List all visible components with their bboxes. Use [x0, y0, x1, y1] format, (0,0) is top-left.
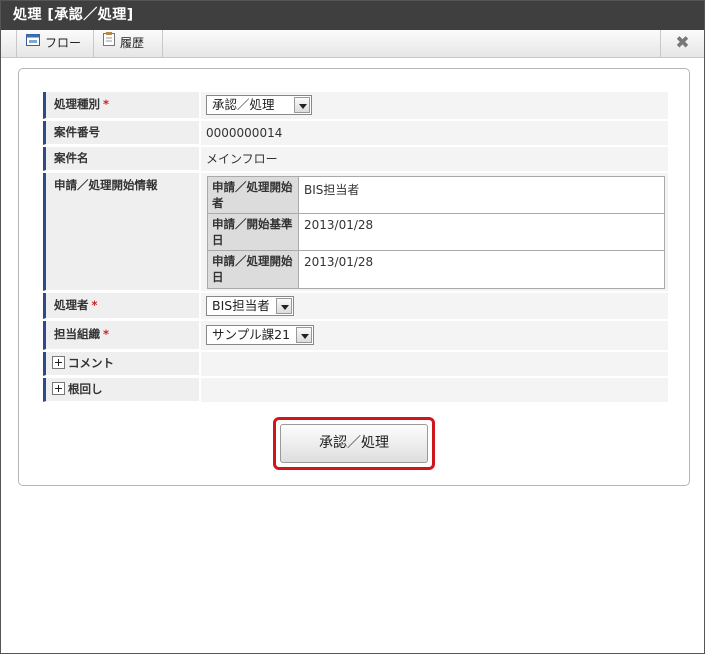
approve-process-button[interactable]: 承認／処理: [280, 424, 428, 463]
processor-label: 処理者 *: [43, 293, 199, 319]
chevron-down-icon[interactable]: [296, 327, 312, 343]
case-name-row: 案件名 メインフロー: [43, 147, 668, 171]
chevron-down-icon[interactable]: [294, 97, 310, 113]
required-mark: *: [103, 97, 110, 111]
comment-value: [201, 352, 668, 376]
required-mark: *: [91, 298, 98, 312]
chevron-down-icon[interactable]: [276, 298, 292, 314]
dialog-toolbar: フロー 履歴 ✖: [1, 30, 704, 58]
start-date-label: 申請／処理開始日: [208, 251, 299, 288]
expand-icon[interactable]: [52, 356, 65, 369]
case-number-label: 案件番号: [43, 121, 199, 145]
history-icon: [103, 29, 115, 56]
application-info-label: 申請／処理開始情報: [43, 173, 199, 291]
table-row: 申請／処理開始者 BIS担当者: [208, 177, 664, 214]
case-name-value: メインフロー: [201, 147, 668, 171]
comment-row[interactable]: コメント: [43, 352, 668, 376]
process-type-row: 処理種別 * 承認／処理: [43, 92, 668, 119]
start-date-value: 2013/01/28: [304, 255, 374, 269]
process-dialog: 処理 [承認／処理] フロー 履歴 ✖ 処理種別 * 承認／処理 案件番号 00…: [0, 0, 705, 654]
nemawashi-value: [201, 378, 668, 402]
flow-icon: [26, 29, 40, 56]
history-button-label: 履歴: [120, 36, 145, 50]
processor-row: 処理者 * BIS担当者: [43, 293, 668, 319]
nemawashi-toggle[interactable]: 根回し: [43, 378, 199, 402]
applicant-value: BIS担当者: [304, 183, 360, 197]
table-row: 申請／開始基準日 2013/01/28: [208, 214, 664, 251]
application-info-row: 申請／処理開始情報 申請／処理開始者 BIS担当者 申請／開始基準日 2013/…: [43, 173, 668, 291]
applicant-label: 申請／処理開始者: [208, 177, 299, 213]
base-date-label: 申請／開始基準日: [208, 214, 299, 250]
case-name-label: 案件名: [43, 147, 199, 171]
required-mark: *: [103, 327, 110, 341]
nemawashi-row[interactable]: 根回し: [43, 378, 668, 402]
organization-select[interactable]: サンプル課21: [206, 325, 314, 345]
history-button[interactable]: 履歴: [94, 30, 163, 57]
processor-select[interactable]: BIS担当者: [206, 296, 294, 316]
organization-label: 担当組織 *: [43, 321, 199, 350]
base-date-value: 2013/01/28: [304, 218, 374, 232]
process-type-label: 処理種別 *: [43, 92, 199, 119]
comment-toggle[interactable]: コメント: [43, 352, 199, 376]
organization-row: 担当組織 * サンプル課21: [43, 321, 668, 350]
flow-button-label: フロー: [45, 36, 82, 50]
flow-button[interactable]: フロー: [16, 30, 94, 57]
close-icon[interactable]: ✖: [660, 30, 704, 57]
submit-highlight: 承認／処理: [273, 417, 435, 470]
process-type-select[interactable]: 承認／処理: [206, 95, 312, 115]
dialog-title: 処理 [承認／処理]: [1, 1, 704, 30]
application-info-table: 申請／処理開始者 BIS担当者 申請／開始基準日 2013/01/28 申請／処…: [207, 176, 665, 289]
case-number-value: 0000000014: [201, 121, 668, 145]
table-row: 申請／処理開始日 2013/01/28: [208, 251, 664, 288]
case-number-row: 案件番号 0000000014: [43, 121, 668, 145]
processor-value: BIS担当者: [201, 293, 668, 319]
expand-icon[interactable]: [52, 382, 65, 395]
organization-value: サンプル課21: [201, 321, 668, 350]
process-type-value: 承認／処理: [201, 92, 668, 119]
